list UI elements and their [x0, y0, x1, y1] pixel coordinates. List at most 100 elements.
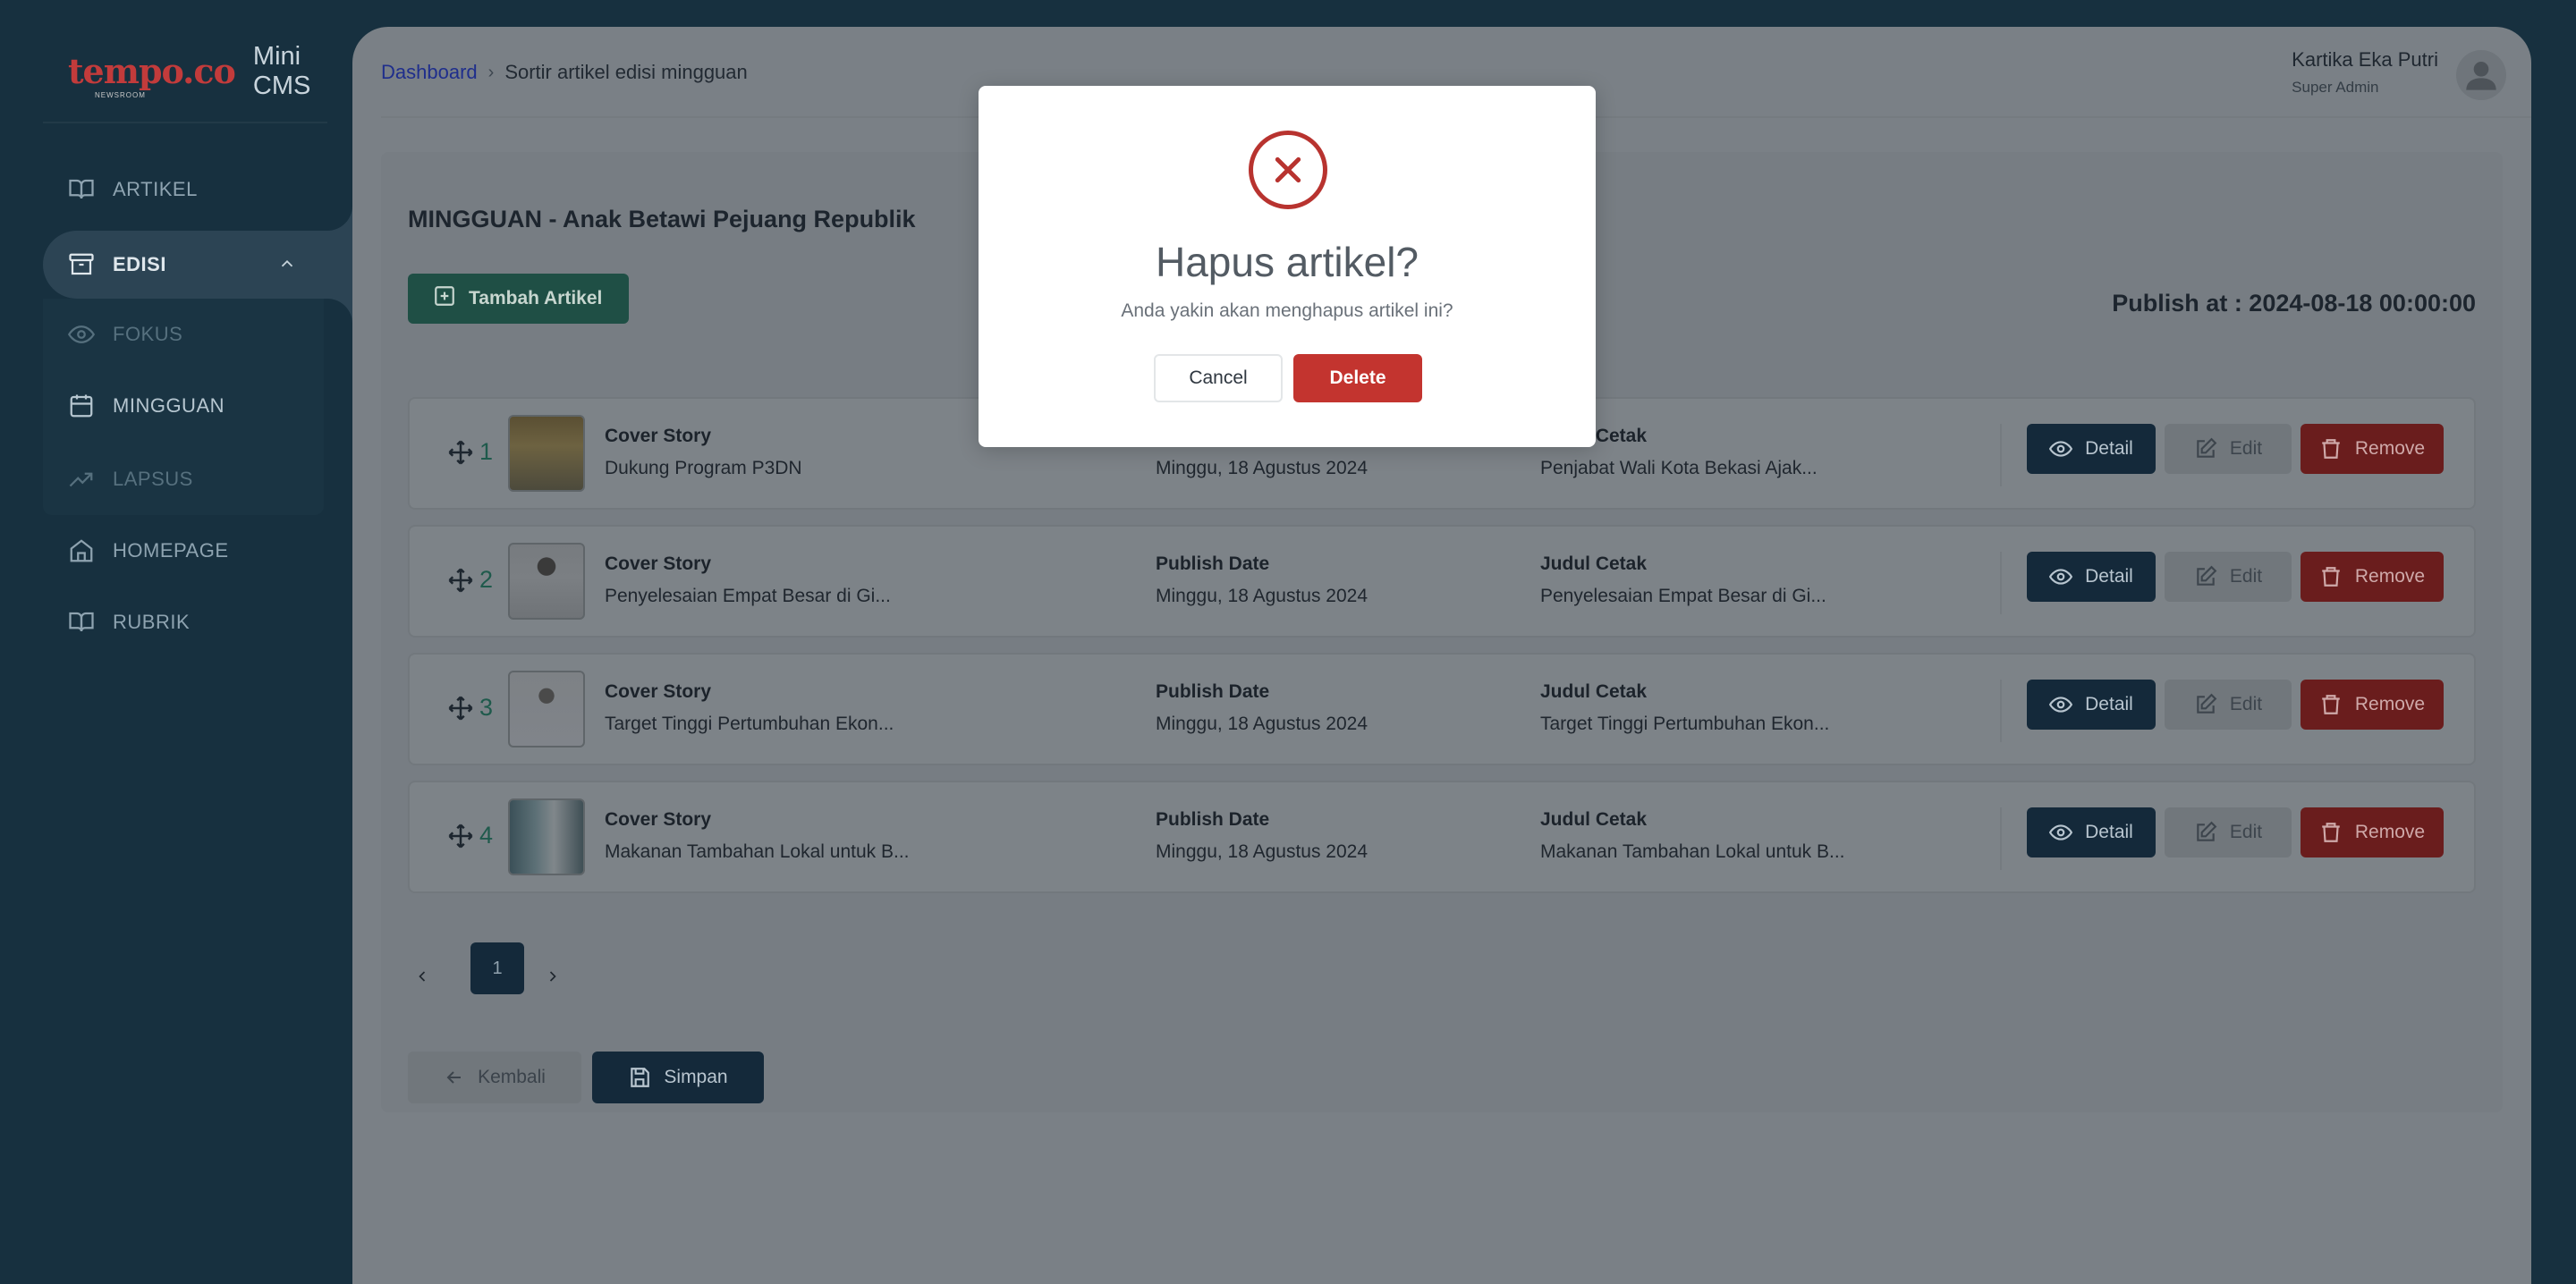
detail-button[interactable]: Detail [2027, 424, 2156, 474]
book-open-icon [68, 176, 95, 203]
article-cell: Cover Story Dukung Program P3DN [605, 426, 802, 479]
remove-label: Remove [2354, 566, 2426, 587]
remove-button[interactable]: Remove [2301, 552, 2444, 602]
article-cell: Cover Story Penyelesaian Empat Besar di … [605, 553, 891, 607]
delete-confirm-dialog: Hapus artikel? Anda yakin akan menghapus… [979, 86, 1596, 447]
chevron-left-icon [419, 971, 426, 982]
sidebar-item-label: LAPSUS [113, 468, 193, 490]
save-button[interactable]: Simpan [592, 1052, 764, 1103]
edit-button[interactable]: Edit [2165, 680, 2292, 730]
cancel-button[interactable]: Cancel [1154, 354, 1283, 402]
add-article-label: Tambah Artikel [469, 288, 603, 308]
chevron-right-icon: › [487, 62, 495, 82]
print-title-label: Judul Cetak [1540, 809, 1648, 830]
table-row[interactable]: 3 Cover Story Target Tinggi Pertumbuhan … [408, 653, 2476, 765]
move-icon [448, 696, 473, 720]
back-label: Kembali [478, 1067, 546, 1087]
row-divider [2000, 680, 2002, 742]
calendar-icon [68, 393, 95, 419]
edit-button[interactable]: Edit [2165, 424, 2292, 474]
row-divider [2000, 424, 2002, 486]
article-cell: Cover Story Makanan Tambahan Lokal untuk… [605, 809, 910, 863]
trash-icon [2322, 823, 2340, 842]
sidebar-curve [327, 188, 352, 231]
publish-date-label: Publish Date [1156, 553, 1270, 574]
table-row[interactable]: 4 Cover Story Makanan Tambahan Lokal unt… [408, 781, 2476, 893]
article-title: Target Tinggi Pertumbuhan Ekon... [605, 714, 894, 734]
publish-date-label: Publish Date [1156, 809, 1270, 830]
remove-button[interactable]: Remove [2301, 680, 2444, 730]
dialog-message: Anda yakin akan menghapus artikel ini? [1121, 300, 1453, 321]
edit-label: Edit [2229, 822, 2263, 842]
publish-cell: Publish Date Minggu, 18 Agustus 2024 [1156, 553, 1368, 607]
edit-icon [2197, 437, 2217, 458]
edit-button[interactable]: Edit [2165, 807, 2292, 857]
save-icon [631, 1068, 650, 1087]
back-button[interactable]: Kembali [408, 1052, 581, 1103]
brand[interactable]: tempo.co NEWSROOM Mini CMS [68, 42, 352, 100]
sidebar-item-rubrik[interactable]: RUBRIK [68, 604, 190, 640]
sidebar-item-lapsus[interactable]: LAPSUS [68, 461, 193, 497]
chevron-right-icon [549, 971, 556, 982]
row-number: 1 [479, 438, 494, 465]
delete-button[interactable]: Delete [1293, 354, 1422, 402]
move-icon [448, 568, 473, 592]
publish-date-value: Minggu, 18 Agustus 2024 [1156, 586, 1368, 606]
sidebar-divider [43, 122, 327, 123]
edit-icon [2197, 565, 2217, 586]
print-cell: Judul Cetak Penyelesaian Empat Besar di … [1540, 553, 1826, 607]
dialog-title: Hapus artikel? [1155, 239, 1419, 285]
sidebar-item-label: EDISI [113, 253, 166, 275]
drag-handle[interactable]: 4 [447, 822, 493, 849]
home-icon [68, 537, 95, 564]
row-number: 3 [479, 694, 494, 721]
sidebar-item-label: RUBRIK [113, 611, 191, 633]
pagination-prev[interactable] [404, 959, 440, 994]
publish-cell: Publish Date Minggu, 18 Agustus 2024 [1156, 681, 1368, 735]
sidebar-item-fokus[interactable]: FOKUS [68, 317, 182, 352]
table-row[interactable]: 2 Cover Story Penyelesaian Empat Besar d… [408, 525, 2476, 638]
detail-button[interactable]: Detail [2027, 807, 2156, 857]
sidebar-item-artikel[interactable]: ARTIKEL [68, 172, 198, 207]
sidebar-item-edisi[interactable]: EDISI [43, 231, 352, 299]
article-thumbnail [508, 543, 585, 620]
drag-handle[interactable]: 3 [447, 694, 493, 722]
print-cell: Judul Cetak Makanan Tambahan Lokal untuk… [1540, 809, 1845, 863]
tempo-logo: tempo.co NEWSROOM [68, 51, 236, 99]
drag-handle[interactable]: 1 [447, 438, 493, 466]
avatar[interactable] [2456, 50, 2506, 100]
row-number: 2 [479, 566, 494, 593]
sidebar-item-homepage[interactable]: HOMEPAGE [68, 533, 229, 569]
edit-icon [2197, 693, 2217, 714]
trash-icon [2322, 695, 2340, 714]
remove-button[interactable]: Remove [2301, 807, 2444, 857]
sidebar-item-label: MINGGUAN [113, 394, 225, 417]
save-label: Simpan [664, 1067, 728, 1087]
move-icon [448, 824, 473, 848]
publish-date-value: Minggu, 18 Agustus 2024 [1156, 714, 1368, 734]
error-x-icon [1249, 131, 1327, 209]
chevron-up-icon[interactable] [277, 254, 297, 278]
article-thumbnail [508, 671, 585, 748]
edit-button[interactable]: Edit [2165, 552, 2292, 602]
sidebar-item-edisi-inner: EDISI [68, 247, 166, 283]
breadcrumb-current: Sortir artikel edisi mingguan [504, 61, 748, 83]
page-title: MINGGUAN - Anak Betawi Pejuang Republik [408, 206, 916, 232]
article-title: Dukung Program P3DN [605, 458, 802, 478]
row-number: 4 [479, 822, 494, 849]
drag-handle[interactable]: 2 [447, 566, 493, 594]
article-thumbnail [508, 415, 585, 492]
add-article-button[interactable]: Tambah Artikel [408, 274, 630, 324]
article-title: Makanan Tambahan Lokal untuk B... [605, 841, 910, 862]
detail-button[interactable]: Detail [2027, 552, 2156, 602]
pagination-page[interactable]: 1 [470, 942, 524, 994]
trending-up-icon [68, 466, 95, 493]
sidebar-item-mingguan[interactable]: MINGGUAN [68, 388, 225, 424]
remove-button[interactable]: Remove [2301, 424, 2444, 474]
row-divider [2000, 807, 2002, 870]
detail-button[interactable]: Detail [2027, 680, 2156, 730]
remove-label: Remove [2354, 822, 2426, 842]
breadcrumb-dashboard-link[interactable]: Dashboard [381, 61, 478, 84]
user-info[interactable]: Kartika Eka Putri Super Admin [2292, 48, 2438, 97]
pagination-next[interactable] [535, 959, 571, 994]
